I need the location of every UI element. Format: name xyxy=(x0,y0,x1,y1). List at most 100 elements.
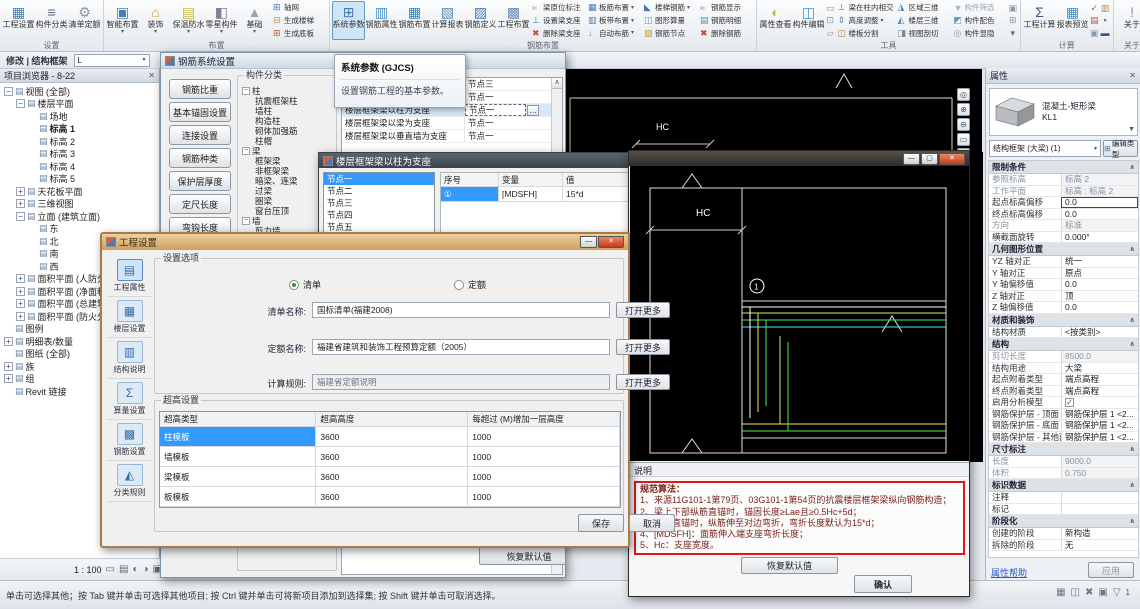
node-table-cell[interactable]: [MDSFH] xyxy=(499,187,563,202)
nav-tool-button[interactable]: ◎ xyxy=(957,88,970,101)
property-row[interactable]: Z 轴对正顶 xyxy=(989,291,1138,303)
ribbon-button[interactable]: ◐属性查看 xyxy=(759,1,792,40)
ribbon-mini-icon[interactable]: ▾ xyxy=(1009,28,1018,39)
sidebar-tab[interactable]: ▦楼层设置 xyxy=(107,297,152,338)
tree-expander-icon[interactable]: − xyxy=(16,99,25,108)
setting-value[interactable]: 节点一 xyxy=(464,91,551,103)
tree-expander-icon[interactable]: + xyxy=(4,337,13,346)
minimize-button[interactable]: — xyxy=(903,153,920,165)
setting-row[interactable]: 楼层框架梁以梁为支座节点一 xyxy=(342,117,551,130)
tree-item[interactable]: 柱帽 xyxy=(240,136,334,146)
close-button[interactable]: ✕ xyxy=(939,153,965,165)
settings-category-button[interactable]: 基本锚固设置 xyxy=(169,102,231,122)
height-table-cell[interactable]: 梁模板 xyxy=(160,467,316,487)
open-more-button[interactable]: 打开更多 xyxy=(616,339,670,355)
tree-expander-icon[interactable]: + xyxy=(4,374,13,383)
settings-category-button[interactable]: 钢筋比重 xyxy=(169,79,231,99)
setting-value[interactable]: 节点一 xyxy=(465,104,526,116)
tree-expander-icon[interactable]: − xyxy=(242,147,250,155)
view-control-icon[interactable]: ▭ xyxy=(106,564,115,575)
ribbon-small-button[interactable]: ◭楼层三维 xyxy=(898,15,950,27)
ribbon-small-button[interactable]: ▼构件筛选 xyxy=(954,2,1006,14)
node-table-cell[interactable]: ① xyxy=(441,187,499,202)
ribbon-small-button[interactable]: ⊥梁在柱内相交 xyxy=(838,2,894,14)
cad-viewport-top[interactable]: HC xyxy=(560,68,982,152)
preview-titlebar[interactable]: — ▢ ✕ xyxy=(629,151,969,166)
chevron-down-icon[interactable]: ▼ xyxy=(1128,126,1137,135)
ribbon-mini-icon[interactable]: ▬ xyxy=(1101,28,1110,39)
property-row[interactable]: YZ 轴对正统一 xyxy=(989,256,1138,268)
height-table-cell[interactable]: 3600 xyxy=(316,447,468,467)
property-row[interactable]: Y 轴偏移值0.0 xyxy=(989,279,1138,291)
sidebar-tab[interactable]: ◭分类规则 xyxy=(107,461,152,502)
properties-section-header[interactable]: 限制条件∧ xyxy=(989,161,1138,174)
properties-section-header[interactable]: 尺寸标注∧ xyxy=(989,443,1138,456)
ribbon-small-button[interactable]: ◫图形算量 xyxy=(644,15,696,27)
setting-value[interactable]: 节点一 xyxy=(464,130,551,142)
property-row[interactable]: 长度9000.0 xyxy=(989,456,1138,468)
view-control-icon[interactable]: ◑ xyxy=(142,564,148,575)
tree-expander-icon[interactable]: − xyxy=(242,217,250,225)
field-input[interactable]: 国标清单(福建2008) xyxy=(312,302,610,318)
ribbon-small-button[interactable]: ▥板带布置▾ xyxy=(588,15,640,27)
property-row[interactable]: 结构用途大梁 xyxy=(989,363,1138,375)
ribbon-mini-icon[interactable]: ✓ xyxy=(1090,3,1099,14)
ribbon-small-button[interactable]: ◮区域三维 xyxy=(898,2,950,14)
ribbon-mini-icon[interactable]: ▭ xyxy=(826,3,835,14)
sidebar-tab[interactable]: Σ算量设置 xyxy=(107,379,152,420)
save-button[interactable]: 保存 xyxy=(578,514,624,532)
node-dialog-titlebar[interactable]: 楼层框架梁以柱为支座 xyxy=(319,153,644,168)
tree-expander-icon[interactable]: + xyxy=(16,199,25,208)
nav-tool-button[interactable]: ⊕ xyxy=(957,103,970,116)
close-icon[interactable]: ✕ xyxy=(1129,71,1136,80)
tree-item[interactable]: 抗震框架柱 xyxy=(240,96,334,106)
type-selector-combo[interactable]: L ▾ xyxy=(74,54,150,67)
open-more-button[interactable]: 打开更多 xyxy=(616,374,670,390)
property-row[interactable]: 横截面旋转0.000° xyxy=(989,232,1138,244)
ribbon-small-button[interactable]: ⇕高度调整▾ xyxy=(838,15,894,27)
tree-item[interactable]: ▤标高 4 xyxy=(0,160,159,173)
height-table-cell[interactable]: 3600 xyxy=(316,427,468,447)
view-control-icon[interactable]: ◐ xyxy=(132,564,138,575)
ribbon-small-button[interactable]: ▨钢筋节点 xyxy=(644,27,696,39)
property-row[interactable]: 钢筋保护层 - 底面钢筋保护层 1 <2... xyxy=(989,420,1138,432)
ribbon-small-button[interactable]: ▤钢筋明细 xyxy=(700,15,752,27)
field-input[interactable]: 福建省建筑和装饰工程预算定额（2005） xyxy=(312,339,610,355)
ribbon-small-button[interactable]: ◣楼梯钢筋▾ xyxy=(644,2,696,14)
tree-item[interactable]: −柱 xyxy=(240,86,334,96)
table-row[interactable]: 梁模板36001000 xyxy=(160,467,620,487)
field-input[interactable]: 福建省定额说明 xyxy=(312,374,610,390)
restore-defaults-button[interactable]: 恢复默认值 xyxy=(741,557,838,574)
apply-button[interactable]: 应用 xyxy=(1088,562,1134,578)
close-icon[interactable]: ✕ xyxy=(148,71,155,80)
property-row[interactable]: 体积0.750 xyxy=(989,468,1138,480)
ribbon-button[interactable]: ◧零星构件▾ xyxy=(205,1,238,40)
tree-item[interactable]: ▤标高 3 xyxy=(0,148,159,161)
type-preview-card[interactable]: 混凝土-矩形梁 KL1 ▼ xyxy=(989,88,1138,136)
joint-detail-viewport[interactable]: HC 1 xyxy=(630,166,970,461)
tree-item[interactable]: ▤场地 xyxy=(0,110,159,123)
settings-category-button[interactable]: 定尺长度 xyxy=(169,194,231,214)
table-row[interactable]: 柱模板36001000 xyxy=(160,427,620,447)
tree-item[interactable]: −▤视图 (全部) xyxy=(0,85,159,98)
ribbon-button[interactable]: ▧计算报表 xyxy=(431,1,464,40)
ribbon-button[interactable]: ▤保温防水▾ xyxy=(172,1,205,40)
radio-list[interactable]: 清单 xyxy=(289,278,321,291)
ribbon-button[interactable]: Σ工程计算 xyxy=(1023,1,1056,40)
ribbon-button[interactable]: ▦工程设置 xyxy=(2,1,35,40)
ribbon-button[interactable]: ▲基础▾ xyxy=(238,1,271,40)
open-more-button[interactable]: 打开更多 xyxy=(616,302,670,318)
property-row[interactable]: 钢筋保护层 - 顶面钢筋保护层 1 <2... xyxy=(989,409,1138,421)
tree-item[interactable]: ▤标高 2 xyxy=(0,135,159,148)
ribbon-small-button[interactable]: ⊞轴网 xyxy=(273,2,325,14)
view-control-icon[interactable]: ▤ xyxy=(119,564,128,575)
ribbon-small-button[interactable]: ◎构件显隐 xyxy=(954,27,1006,39)
tree-expander-icon[interactable]: + xyxy=(16,274,25,283)
ribbon-small-button[interactable]: ✖删除钢筋 xyxy=(700,27,752,39)
ribbon-mini-icon[interactable]: ⊞ xyxy=(1009,15,1018,26)
tree-expander-icon[interactable]: + xyxy=(16,312,25,321)
confirm-button[interactable]: 确认 xyxy=(854,575,912,593)
ribbon-mini-icon[interactable]: ▪ xyxy=(1101,15,1110,26)
nav-tool-button[interactable]: ▭ xyxy=(957,133,970,146)
ribbon-button[interactable]: ⚙清单定额 xyxy=(68,1,101,40)
